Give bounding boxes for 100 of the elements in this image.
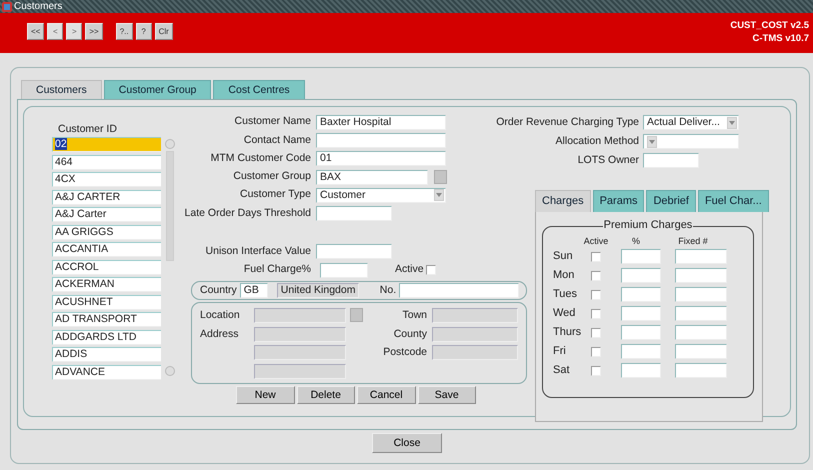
input-field[interactable] bbox=[316, 132, 446, 148]
list-item[interactable]: ACUSHNET bbox=[52, 294, 162, 310]
checkbox[interactable] bbox=[591, 328, 601, 338]
checkbox[interactable] bbox=[591, 270, 601, 280]
list-item[interactable]: 464 bbox=[52, 154, 162, 170]
input-field[interactable]: 01 bbox=[316, 151, 446, 166]
input-field[interactable] bbox=[254, 364, 346, 379]
dropdown[interactable]: Actual Deliver... bbox=[643, 115, 739, 130]
field-label: Customer Type bbox=[238, 187, 312, 202]
toolbar-button[interactable]: >> bbox=[85, 23, 103, 40]
input-field[interactable] bbox=[320, 262, 368, 278]
input-field[interactable] bbox=[675, 249, 727, 264]
input-field[interactable] bbox=[316, 244, 392, 260]
checkbox[interactable] bbox=[591, 308, 601, 318]
app-icon bbox=[2, 2, 12, 12]
day-label: Fri bbox=[553, 344, 567, 360]
list-item[interactable]: A&J Carter bbox=[52, 207, 162, 222]
list-item[interactable]: ADVANCE bbox=[52, 364, 162, 380]
field-label: Country bbox=[200, 283, 237, 298]
lookup-button[interactable] bbox=[434, 170, 447, 184]
tab[interactable]: Fuel Char... bbox=[698, 190, 769, 212]
checkbox[interactable] bbox=[591, 252, 601, 262]
input-field[interactable] bbox=[675, 344, 727, 359]
toolbar-button[interactable]: << bbox=[27, 23, 44, 40]
list-item[interactable]: 02 bbox=[52, 137, 162, 152]
list-item[interactable]: AD TRANSPORT bbox=[52, 312, 162, 327]
dropdown[interactable] bbox=[643, 134, 739, 149]
list-item[interactable]: ADDGARDS LTD bbox=[52, 330, 162, 344]
day-label: Thurs bbox=[553, 325, 582, 340]
list-item[interactable]: 4CX bbox=[52, 172, 162, 187]
input-field[interactable] bbox=[675, 287, 727, 302]
input-field[interactable]: Baxter Hospital bbox=[316, 114, 446, 130]
column-header: % bbox=[630, 235, 641, 247]
field-label: Location bbox=[200, 308, 241, 324]
input-field[interactable] bbox=[621, 249, 661, 264]
day-label: Sun bbox=[553, 249, 574, 264]
action-button[interactable]: New bbox=[236, 386, 294, 404]
field-label: No. bbox=[380, 283, 396, 298]
input-field[interactable] bbox=[254, 345, 346, 360]
toolbar-button[interactable]: ?.. bbox=[116, 23, 133, 40]
input-field[interactable] bbox=[621, 306, 661, 321]
input-field[interactable]: BAX bbox=[316, 170, 428, 185]
list-item[interactable]: A&J CARTER bbox=[52, 190, 162, 204]
field-label: Unison Interface Value bbox=[204, 244, 312, 260]
close-button[interactable]: Close bbox=[372, 433, 442, 453]
toolbar-button[interactable]: Clr bbox=[154, 23, 173, 40]
version-text: CUST_COST v2.5 bbox=[730, 19, 809, 32]
column-header: Fixed # bbox=[677, 235, 709, 247]
list-item[interactable]: ACKERMAN bbox=[52, 277, 162, 292]
list-item[interactable]: ACCANTIA bbox=[52, 242, 162, 257]
input-field[interactable] bbox=[254, 326, 346, 342]
checkbox[interactable] bbox=[591, 366, 601, 376]
tab[interactable]: Charges bbox=[535, 190, 591, 212]
input-field[interactable] bbox=[621, 344, 661, 359]
tab[interactable]: Customers bbox=[21, 80, 102, 99]
checkbox[interactable] bbox=[426, 265, 436, 276]
list-item[interactable]: AA GRIGGS bbox=[52, 224, 162, 240]
field-label: Fuel Charge% bbox=[242, 262, 312, 278]
dropdown[interactable]: Customer bbox=[316, 188, 446, 203]
field-label: Order Revenue Charging Type bbox=[495, 114, 640, 130]
field-label: Customer Name bbox=[234, 114, 312, 130]
input-field[interactable] bbox=[675, 268, 727, 283]
checkbox[interactable] bbox=[591, 346, 601, 356]
input-field[interactable] bbox=[621, 363, 661, 378]
action-button[interactable]: Delete bbox=[296, 386, 355, 404]
day-label: Wed bbox=[553, 306, 576, 322]
day-label: Mon bbox=[553, 268, 576, 284]
input-field[interactable] bbox=[432, 308, 518, 324]
input-field[interactable]: GB bbox=[240, 283, 268, 298]
list-label: Customer ID bbox=[58, 123, 118, 135]
toolbar-button[interactable]: ? bbox=[136, 23, 152, 40]
list-item[interactable]: ACCROL bbox=[52, 260, 162, 274]
tab[interactable]: Customer Group bbox=[104, 80, 212, 99]
input-field[interactable] bbox=[316, 206, 392, 222]
window-title: Customers bbox=[14, 0, 62, 12]
input-field[interactable] bbox=[399, 283, 520, 298]
lookup-button[interactable] bbox=[350, 308, 363, 322]
input-field[interactable] bbox=[675, 306, 727, 321]
input-field: United Kingdom bbox=[276, 283, 359, 298]
group-title: Premium Charges bbox=[602, 219, 694, 231]
checkbox-label: Active bbox=[395, 262, 424, 278]
field-label: Late Order Days Threshold bbox=[184, 206, 312, 221]
tab[interactable]: Debrief bbox=[646, 190, 696, 212]
input-field[interactable] bbox=[675, 325, 727, 340]
field-label: Postcode bbox=[382, 345, 428, 360]
input-field[interactable] bbox=[621, 287, 661, 302]
input-field[interactable] bbox=[621, 325, 661, 340]
input-field[interactable] bbox=[432, 326, 518, 342]
day-label: Tues bbox=[553, 287, 578, 302]
action-button[interactable]: Save bbox=[418, 386, 476, 404]
tab[interactable]: Cost Centres bbox=[213, 80, 305, 99]
input-field[interactable] bbox=[675, 363, 727, 378]
checkbox[interactable] bbox=[591, 290, 601, 300]
tab[interactable]: Params bbox=[592, 190, 644, 212]
input-field[interactable] bbox=[432, 345, 518, 360]
input-field[interactable] bbox=[643, 153, 699, 168]
list-item[interactable]: ADDIS bbox=[52, 347, 162, 362]
input-field[interactable] bbox=[621, 268, 661, 283]
action-button[interactable]: Cancel bbox=[357, 386, 416, 404]
input-field[interactable] bbox=[254, 308, 346, 324]
